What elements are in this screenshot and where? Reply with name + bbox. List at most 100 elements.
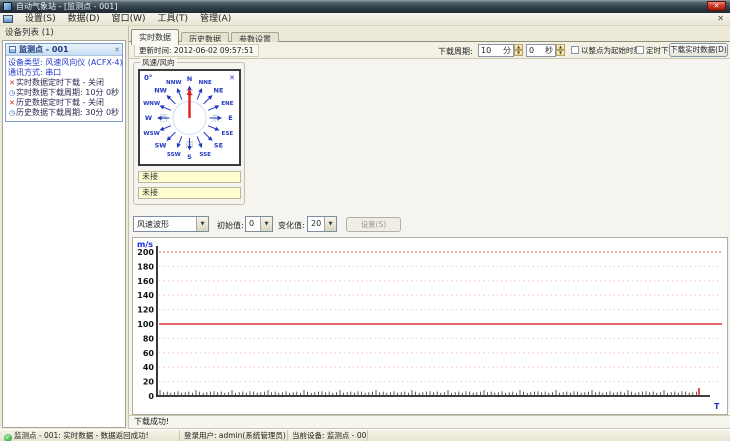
minutes-value: 10	[481, 46, 492, 55]
device-line-text: 历史数据下载周期: 30分 0秒	[16, 108, 120, 117]
compass-dir-arrow	[162, 106, 172, 111]
mdi-child-close-icon[interactable]: ✕	[717, 13, 724, 25]
ytick-100: 100	[137, 320, 154, 329]
compass-arrowhead	[217, 115, 222, 121]
ytick-20: 20	[143, 378, 155, 387]
wind-speed-chart: 0 20 40 60 80 100 120 140 160 180 200 m/s T	[132, 237, 728, 415]
change-value: 20	[311, 219, 322, 228]
status-empty	[368, 430, 730, 441]
wind-direction-field[interactable]: 未接	[138, 187, 241, 199]
waveform-dropdown-icon[interactable]: ▼	[196, 217, 208, 231]
menu-item-4[interactable]: 管理(A)	[194, 13, 237, 25]
waveform-selected-value: 风速波形	[137, 220, 169, 229]
change-value-label: 变化值:	[278, 221, 305, 230]
device-list-panel: 监测点 - 001 ✕ 设备类型: 风速风向仪 (ACFX-4) 通讯方式: 串口…	[2, 40, 126, 428]
wind-group-title: 风速/风向	[140, 58, 177, 67]
ytick-0: 0	[148, 392, 154, 401]
corner-marker-icon: ✕	[229, 74, 235, 82]
minutes-down-icon[interactable]: ▼	[514, 50, 523, 56]
seconds-value: 0	[529, 46, 535, 55]
checkbox-start-on-hour-label: 以整点为起始时刻	[581, 46, 641, 55]
menu-item-3[interactable]: 工具(T)	[152, 13, 195, 25]
initial-value: 0	[249, 219, 255, 228]
pin-icon[interactable]: ✕	[114, 45, 120, 56]
compass-dir-label: NW	[154, 86, 167, 94]
compass-dir-arrow	[177, 91, 183, 100]
update-time-label: 更新时间:	[139, 46, 172, 55]
menu-bar: 设置(S) 数据(D) 窗口(W) 工具(T) 管理(A) ✕	[0, 13, 730, 26]
compass-dir-arrow	[196, 136, 202, 145]
mdi-child-icon	[3, 15, 13, 23]
compass-dir-label: NNW	[166, 80, 182, 86]
seconds-spinner[interactable]: ▲ ▼	[556, 44, 565, 57]
device-line-text: 通讯方式: 串口	[8, 68, 62, 77]
device-line-0: 设备类型: 风速风向仪 (ACFX-4)	[8, 58, 123, 68]
device-line-2: ✕实时数据定时下载 - 关闭	[8, 78, 120, 88]
seconds-down-icon[interactable]: ▼	[556, 50, 565, 56]
compass-dir-arrow	[207, 106, 217, 111]
compass-dir-arrow	[168, 131, 176, 139]
compass-dir-label: S	[187, 153, 192, 161]
wave-controls: 风速波形 ▼ 初始值: 0 ▼ 变化值: 20 ▼ 设置(S)	[129, 215, 730, 233]
compass-dir-label: NE	[214, 86, 224, 94]
compass-dir-arrow	[203, 97, 211, 105]
tab-0[interactable]: 实时数据	[131, 29, 179, 45]
device-card[interactable]: 监测点 - 001 ✕ 设备类型: 风速风向仪 (ACFX-4) 通讯方式: 串口…	[5, 43, 123, 122]
minutes-spinner[interactable]: ▲ ▼	[514, 44, 523, 57]
compass-dir-label: N	[187, 75, 192, 83]
status-message-text: 监测点 - 001: 实时数据 - 数据返回成功!	[14, 431, 149, 440]
compass-dir-label: SSW	[167, 152, 181, 158]
ytick-160: 160	[137, 277, 154, 286]
y-axis-unit: m/s	[137, 240, 153, 249]
download-realtime-button[interactable]: 下载实时数据(D)	[669, 43, 728, 57]
menu-item-2[interactable]: 窗口(W)	[106, 13, 152, 25]
minutes-input[interactable]: 10 分	[478, 44, 514, 57]
set-button[interactable]: 设置(S)	[346, 217, 401, 232]
minutes-unit-label: 分	[503, 46, 511, 55]
time-end-marker: T	[714, 402, 720, 411]
seconds-input[interactable]: 0 秒	[526, 44, 556, 57]
waveform-select[interactable]: 风速波形 ▼	[133, 216, 209, 232]
success-check-icon: ✓	[4, 434, 12, 441]
wind-speed-field[interactable]: 未接	[138, 171, 241, 183]
initial-value-select[interactable]: 0 ▼	[245, 216, 273, 232]
ytick-200: 200	[137, 248, 154, 257]
compass-dir-arrow	[203, 131, 211, 139]
error-x-icon: ✕	[9, 99, 15, 107]
seconds-unit-label: 秒	[545, 46, 553, 55]
status-bar: ✓ 监测点 - 001: 实时数据 - 数据返回成功! 登录用户: admin(系…	[0, 429, 730, 441]
device-line-5: ◷历史数据下载周期: 30分 0秒	[8, 108, 120, 118]
compass-dir-arrow	[177, 136, 183, 145]
device-grid-icon	[9, 46, 16, 53]
change-value-select[interactable]: 20 ▼	[307, 216, 337, 232]
menu-item-0[interactable]: 设置(S)	[19, 13, 62, 25]
update-time-value: 2012-06-02 09:57:51	[173, 46, 254, 55]
ytick-80: 80	[143, 334, 155, 343]
download-period-label: 下载周期:	[438, 47, 473, 56]
change-dropdown-icon[interactable]: ▼	[324, 217, 336, 231]
compass-dir-label: W	[145, 114, 152, 122]
chart-svg: 0 20 40 60 80 100 120 140 160 180 200m/s T	[137, 240, 722, 411]
compass-dir-arrow	[196, 91, 202, 100]
compass-dir-label: ENE	[221, 101, 234, 107]
initial-dropdown-icon[interactable]: ▼	[260, 217, 272, 231]
ytick-180: 180	[137, 262, 154, 271]
angle-readout: 0°	[144, 74, 152, 82]
checkbox-timed-download-box[interactable]	[636, 46, 644, 54]
close-button[interactable]: ✕	[707, 1, 726, 11]
wind-compass: 北东南西NNNENEENEEESESESSESSSWSWWSWWWNWNWNNW…	[138, 69, 241, 166]
compass-dir-label: WSW	[143, 131, 159, 137]
compass-dir-label: SSE	[199, 152, 211, 158]
checkbox-start-on-hour[interactable]: 以整点为起始时刻	[571, 46, 641, 55]
ytick-40: 40	[143, 363, 155, 372]
compass-svg: 北东南西NNNENEENEEESESESSESSSWSWWSWWWNWNWNNW…	[143, 74, 235, 161]
device-card-header[interactable]: 监测点 - 001 ✕	[6, 44, 122, 56]
device-line-3: ◷实时数据下载周期: 10分 0秒	[8, 88, 120, 98]
checkbox-start-on-hour-box[interactable]	[571, 46, 579, 54]
wind-group-box: 风速/风向 北东南西NNNENEENEEESESESSESSSWSWWSWWWN…	[133, 58, 245, 205]
device-line-text: 设备类型: 风速风向仪 (ACFX-4)	[8, 58, 123, 67]
device-line-4: ✕历史数据定时下载 - 关闭	[8, 98, 120, 108]
menu-item-1[interactable]: 数据(D)	[62, 13, 106, 25]
device-list-header: 设备列表 (1)	[5, 28, 54, 38]
clock-icon: ◷	[8, 89, 16, 97]
